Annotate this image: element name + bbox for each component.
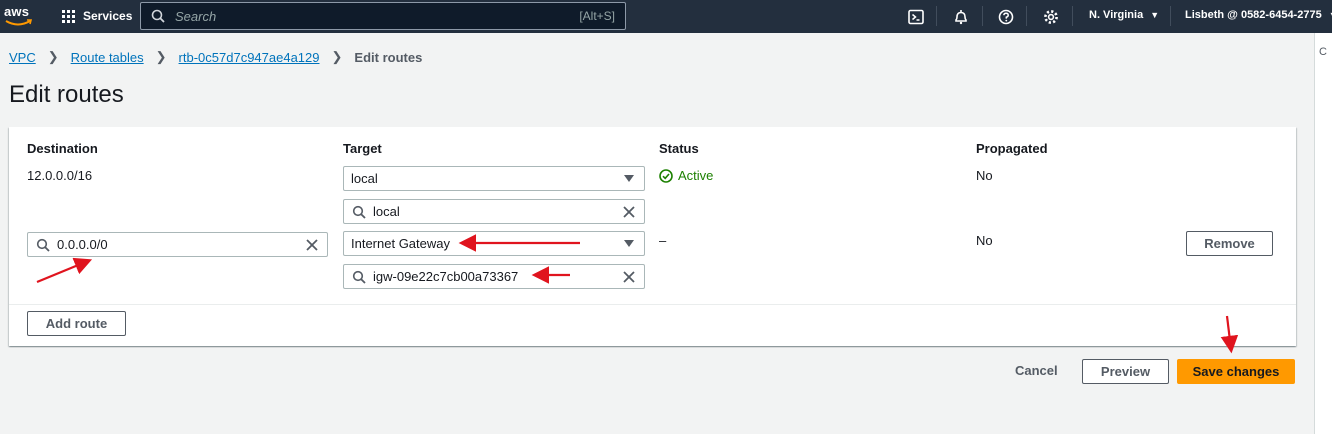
- column-header-status: Status: [659, 141, 699, 156]
- notifications-icon[interactable]: [951, 7, 971, 27]
- clear-icon[interactable]: [622, 205, 636, 219]
- aws-smile-icon: [5, 19, 33, 26]
- propagated-text: No: [976, 168, 993, 183]
- chevron-right-icon: ❯: [331, 49, 343, 64]
- global-search-input[interactable]: Search [Alt+S]: [140, 2, 626, 30]
- column-header-target: Target: [343, 141, 382, 156]
- right-side-rail: C: [1314, 33, 1332, 434]
- remove-route-button[interactable]: Remove: [1186, 231, 1273, 256]
- nav-divider: [1026, 6, 1027, 26]
- clear-icon[interactable]: [305, 238, 319, 252]
- chevron-down-icon: ▼: [1150, 10, 1160, 20]
- help-icon[interactable]: [996, 7, 1016, 27]
- preview-button[interactable]: Preview: [1082, 359, 1169, 384]
- search-icon: [36, 238, 50, 252]
- status-text: Active: [678, 168, 714, 183]
- top-navigation: aws Services Search [Alt+S] N. Virginia …: [0, 0, 1332, 33]
- chevron-right-icon: ❯: [155, 49, 167, 64]
- search-shortcut: [Alt+S]: [579, 9, 615, 23]
- nav-divider: [1072, 6, 1073, 26]
- aws-logo[interactable]: aws: [4, 3, 34, 29]
- target-type-select[interactable]: local: [343, 166, 645, 191]
- breadcrumb-current: Edit routes: [354, 49, 423, 65]
- page-title: Edit routes: [9, 81, 124, 108]
- column-header-propagated: Propagated: [976, 141, 1048, 156]
- divider: [9, 304, 1296, 305]
- services-label: Services: [83, 9, 133, 23]
- region-selector[interactable]: N. Virginia ▼: [1089, 9, 1159, 21]
- caret-down-icon: [624, 175, 634, 182]
- cloudshell-icon[interactable]: [906, 7, 926, 27]
- target-search-value: local: [373, 204, 400, 219]
- routes-editor-panel: Destination Target Status Propagated 12.…: [9, 127, 1296, 346]
- propagated-text: No: [976, 233, 993, 248]
- services-grid-icon: [62, 9, 75, 23]
- target-search-input[interactable]: igw-09e22c7cb00a73367: [343, 264, 645, 289]
- rail-label[interactable]: C: [1319, 46, 1327, 58]
- nav-divider: [982, 6, 983, 26]
- column-header-destination: Destination: [27, 141, 98, 156]
- target-type-value: Internet Gateway: [351, 236, 450, 251]
- account-menu[interactable]: Lisbeth @ 0582-6454-2775 ▼: [1185, 9, 1332, 21]
- account-label: Lisbeth @ 0582-6454-2775: [1185, 9, 1322, 21]
- search-icon: [352, 270, 366, 284]
- nav-divider: [1170, 6, 1171, 26]
- check-circle-icon: [659, 168, 673, 183]
- breadcrumb-vpc-link[interactable]: VPC: [9, 50, 36, 65]
- status-text: –: [659, 233, 667, 248]
- destination-input[interactable]: 0.0.0.0/0: [27, 232, 328, 257]
- breadcrumb: VPC ❯ Route tables ❯ rtb-0c57d7c947ae4a1…: [9, 49, 422, 65]
- nav-divider: [936, 6, 937, 26]
- destination-value: 0.0.0.0/0: [57, 237, 108, 252]
- target-search-input[interactable]: local: [343, 199, 645, 224]
- breadcrumb-route-tables-link[interactable]: Route tables: [71, 50, 144, 65]
- target-search-value: igw-09e22c7cb00a73367: [373, 269, 519, 284]
- search-icon: [151, 9, 165, 23]
- target-type-select[interactable]: Internet Gateway: [343, 231, 645, 256]
- settings-icon[interactable]: [1041, 7, 1061, 27]
- search-placeholder: Search: [175, 8, 217, 24]
- services-menu-button[interactable]: Services: [62, 7, 132, 25]
- caret-down-icon: [624, 240, 634, 247]
- search-icon: [352, 205, 366, 219]
- route-destination-text: 12.0.0.0/16: [27, 168, 93, 183]
- breadcrumb-route-table-link[interactable]: rtb-0c57d7c947ae4a129: [179, 50, 320, 65]
- status-indicator: Active: [659, 168, 713, 183]
- save-changes-button[interactable]: Save changes: [1177, 359, 1295, 384]
- clear-icon[interactable]: [622, 270, 636, 284]
- cancel-button[interactable]: Cancel: [1015, 363, 1058, 378]
- chevron-right-icon: ❯: [47, 49, 59, 64]
- region-label: N. Virginia: [1089, 9, 1144, 21]
- add-route-button[interactable]: Add route: [27, 311, 126, 336]
- target-type-value: local: [351, 171, 378, 186]
